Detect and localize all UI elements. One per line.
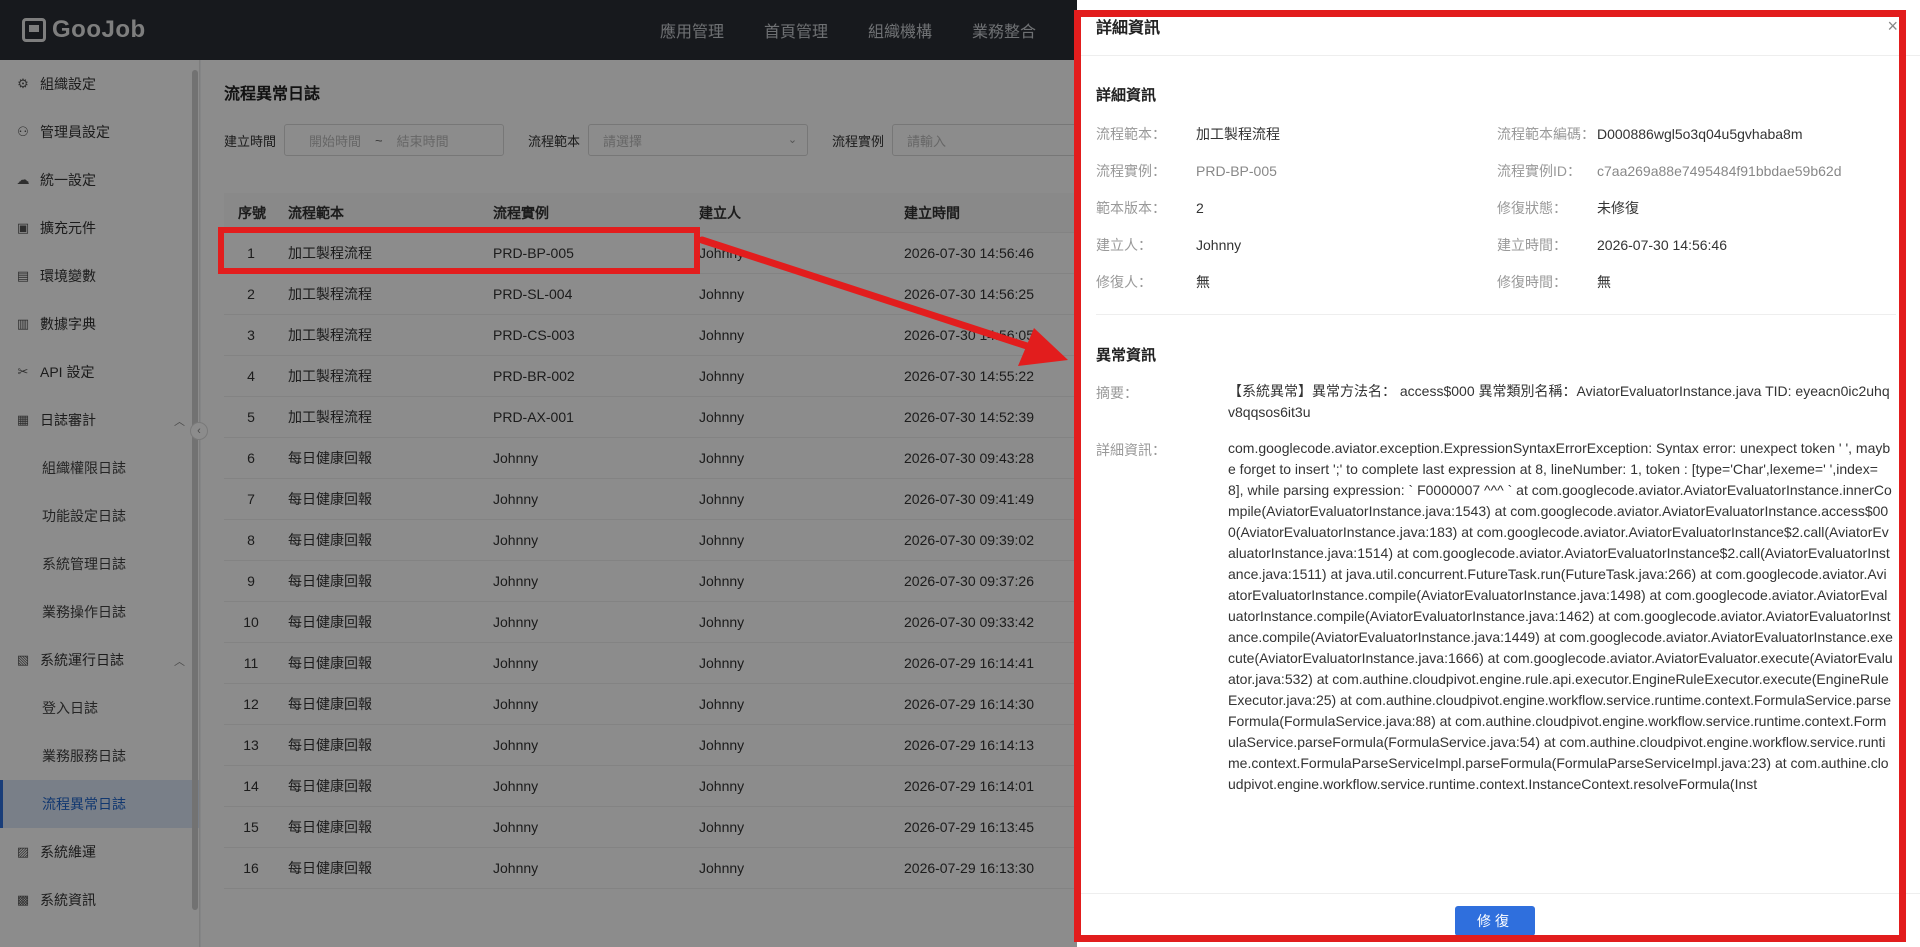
exception-section-title: 異常資訊 — [1096, 347, 1157, 364]
field-value: c7aa269a88e7495484f91bbdae59b62d — [1597, 163, 1842, 179]
highlight-box — [218, 227, 700, 274]
field-instance-id: 流程實例ID： c7aa269a88e7495484f91bbdae59b62d — [1497, 161, 1841, 181]
field-value: Johnny — [1196, 237, 1242, 253]
field-label: 流程實例ID： — [1497, 163, 1581, 179]
field-value: 無 — [1196, 274, 1210, 290]
field-value: D000886wgl5o3q04u5gvhaba8m — [1597, 126, 1803, 142]
field-label: 修復狀態： — [1497, 200, 1567, 216]
close-icon[interactable]: × — [1887, 16, 1898, 37]
field-label: 建立人： — [1096, 237, 1152, 253]
summary-text: 【系統異常】異常方法名： access$000 異常類別名稱：AviatorEv… — [1228, 383, 1890, 420]
section-divider — [1096, 314, 1896, 315]
field-instance: 流程實例： PRD-BP-005 — [1096, 161, 1277, 181]
field-creator: 建立人： Johnny — [1096, 235, 1241, 255]
field-repairer: 修復人： 無 — [1096, 272, 1210, 292]
field-label: 範本版本： — [1096, 200, 1166, 216]
field-label: 修復人： — [1096, 274, 1152, 290]
field-label: 流程實例： — [1096, 163, 1166, 179]
app-root: GooJob 應用管理 首頁管理 組織機構 業務整合 ⚙ 組織設定 ⚇ 管理員設定 ☁ 統… — [0, 0, 1920, 947]
modal-footer: 修復 — [1077, 893, 1920, 947]
repair-button[interactable]: 修復 — [1455, 906, 1535, 936]
field-template-code: 流程範本編碼： D000886wgl5o3q04u5gvhaba8m — [1497, 124, 1803, 144]
detail-section-title: 詳細資訊 — [1096, 87, 1157, 104]
field-template-version: 範本版本： 2 — [1096, 198, 1204, 218]
detail-modal: 詳細資訊 × 詳細資訊 流程範本： 加工製程流程 流程實例： PRD-BP-005 … — [1077, 0, 1920, 947]
field-created-time: 建立時間： 2026-07-30 14:56:46 — [1497, 235, 1727, 255]
field-repair-status: 修復狀態： 未修復 — [1497, 198, 1639, 218]
field-value: 未修復 — [1597, 200, 1639, 216]
modal-divider — [1077, 55, 1920, 56]
annotation-arrow — [700, 236, 1068, 366]
field-label: 流程範本編碼： — [1497, 126, 1595, 142]
field-value: 2026-07-30 14:56:46 — [1597, 237, 1727, 253]
summary-label: 摘要： — [1096, 385, 1138, 401]
field-label: 流程範本： — [1096, 126, 1166, 142]
modal-backdrop[interactable] — [0, 0, 1080, 947]
field-label: 修復時間： — [1497, 274, 1567, 290]
field-label: 建立時間： — [1497, 237, 1567, 253]
field-value: PRD-BP-005 — [1196, 163, 1277, 179]
field-value: 2 — [1196, 200, 1204, 216]
field-value: 無 — [1597, 274, 1611, 290]
stack-trace-text[interactable]: com.googlecode.aviator.exception.Express… — [1228, 438, 1893, 894]
field-template: 流程範本： 加工製程流程 — [1096, 124, 1280, 144]
modal-title: 詳細資訊 — [1096, 20, 1161, 37]
detail-label: 詳細資訊： — [1096, 442, 1166, 458]
field-value: 加工製程流程 — [1196, 126, 1280, 142]
field-repair-time: 修復時間： 無 — [1497, 272, 1611, 292]
